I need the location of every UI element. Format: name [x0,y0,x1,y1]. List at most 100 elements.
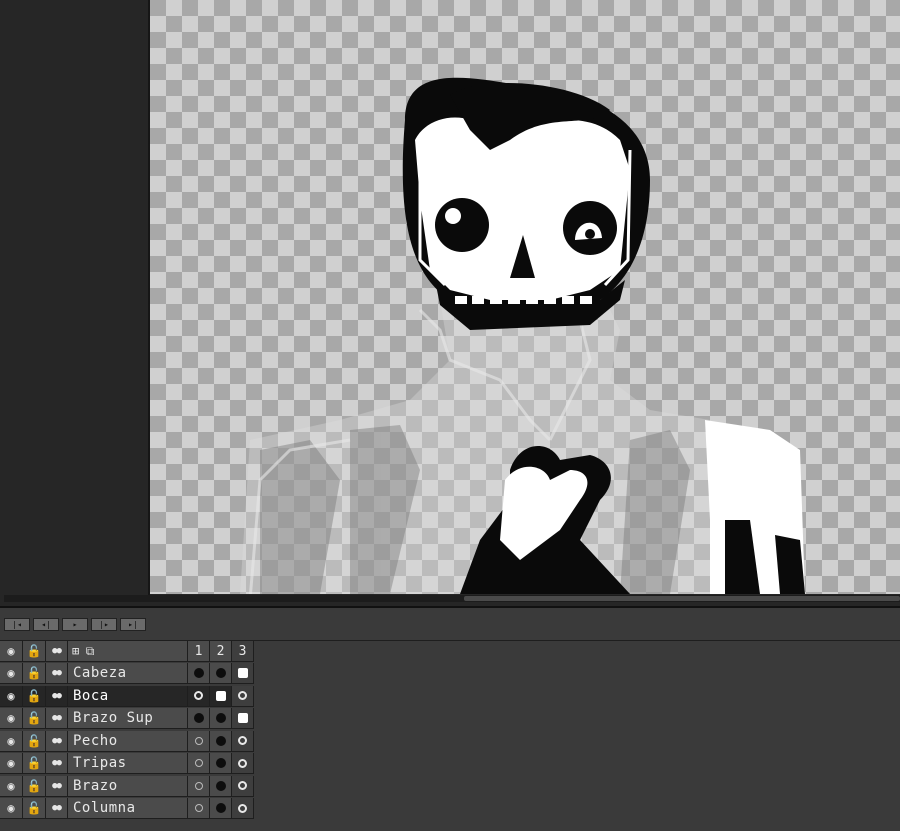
next-frame-button[interactable]: |▸ [91,618,117,631]
eye-icon: ◉ [7,733,15,748]
layer-name[interactable]: Boca [68,685,188,707]
play-button[interactable]: ▸ [62,618,88,631]
layer-cel[interactable] [210,730,232,752]
canvas-left-gutter [0,0,150,598]
lock-icon: 🔓 [26,733,42,748]
eye-icon: ◉ [7,778,15,793]
layer-visibility-toggle[interactable]: ◉ [0,753,23,774]
layer-cel[interactable] [232,708,254,729]
lock-icon: 🔓 [26,778,42,793]
layer-cel[interactable] [188,685,210,707]
lock-icon: 🔓 [26,711,42,725]
layer-header-tools: ⊞ ⧉ [68,641,188,662]
scrollbar-thumb[interactable] [464,596,900,601]
timeline-header: ◉ 🔓 ●● ⊞ ⧉ 1 2 3 [0,641,256,663]
layer-visibility-toggle[interactable]: ◉ [0,798,23,819]
layer-cel[interactable] [210,663,232,684]
layer-row[interactable]: ◉ 🔓 ●● Brazo [0,775,256,798]
layer-cel[interactable] [188,775,210,797]
layer-cel[interactable] [210,708,232,729]
cel-marker [194,804,203,812]
layer-row[interactable]: ◉ 🔓 ●● Tripas [0,753,256,775]
last-frame-button[interactable]: ▸| [120,618,146,631]
link-icon[interactable]: ⊞ [72,645,80,657]
layer-cel[interactable] [232,753,254,774]
layer-lock-toggle[interactable]: 🔓 [23,775,46,797]
frame-number-3[interactable]: 3 [232,641,254,662]
layer-lock-toggle[interactable]: 🔓 [23,798,46,819]
layer-cel[interactable] [210,753,232,774]
eye-icon[interactable]: ◉ [0,641,23,662]
layer-name[interactable]: Tripas [68,753,188,774]
layer-cel[interactable] [232,775,254,797]
layer-visibility-toggle[interactable]: ◉ [0,775,23,797]
cel-marker [193,713,204,723]
layer-name[interactable]: Brazo [68,775,188,797]
first-frame-button[interactable]: |◂ [4,618,30,631]
layer-continuous-toggle[interactable]: ●● [46,775,68,797]
layer-continuous-toggle[interactable]: ●● [46,730,68,752]
layer-cel[interactable] [188,753,210,774]
lock-icon: 🔓 [26,688,42,703]
eye-icon: ◉ [7,688,15,703]
layer-cel[interactable] [232,730,254,752]
layer-lock-toggle[interactable]: 🔓 [23,685,46,707]
cel-marker [238,736,247,745]
horizontal-scrollbar[interactable] [4,595,900,602]
layer-row[interactable]: ◉ 🔓 ●● Brazo Sup [0,708,256,730]
layer-cel[interactable] [232,685,254,707]
layer-lock-toggle[interactable]: 🔓 [23,663,46,684]
layer-visibility-toggle[interactable]: ◉ [0,730,23,752]
cel-marker [215,803,226,813]
cel-marker [194,736,203,745]
layer-cel[interactable] [232,798,254,819]
layer-cel[interactable] [188,798,210,819]
prev-frame-button[interactable]: ◂| [33,618,59,631]
cel-marker [238,781,247,790]
layer-cel[interactable] [188,730,210,752]
layer-continuous-toggle[interactable]: ●● [46,663,68,684]
layer-cel[interactable] [188,663,210,684]
layer-cel[interactable] [210,685,232,707]
cel-marker [193,668,204,678]
onion-skin-icon: ●● [52,735,62,746]
layer-name[interactable]: Columna [68,798,188,819]
layer-name[interactable]: Cabeza [68,663,188,684]
new-layer-icon[interactable]: ⧉ [86,645,95,657]
layer-lock-toggle[interactable]: 🔓 [23,708,46,729]
cel-marker [215,690,226,701]
lock-icon[interactable]: 🔓 [23,641,46,662]
layer-cel[interactable] [232,663,254,684]
layer-lock-toggle[interactable]: 🔓 [23,753,46,774]
layer-row[interactable]: ◉ 🔓 ●● Boca [0,685,256,708]
editor-area [0,0,900,608]
layer-lock-toggle[interactable]: 🔓 [23,730,46,752]
layer-row[interactable]: ◉ 🔓 ●● Columna [0,798,256,820]
onion-skin-icon: ●● [52,690,62,701]
cel-marker [238,758,247,768]
layer-visibility-toggle[interactable]: ◉ [0,708,23,729]
layer-name[interactable]: Brazo Sup [68,708,188,729]
layer-cel[interactable] [210,798,232,819]
cel-marker [215,758,226,768]
layer-continuous-toggle[interactable]: ●● [46,753,68,774]
layer-continuous-toggle[interactable]: ●● [46,685,68,707]
layer-cel[interactable] [210,775,232,797]
layer-visibility-toggle[interactable]: ◉ [0,663,23,684]
layer-continuous-toggle[interactable]: ●● [46,708,68,729]
onion-skin-icon: ●● [52,758,62,768]
onion-skin-icon[interactable]: ●● [46,641,68,662]
frame-number-1[interactable]: 1 [188,641,210,662]
layer-row[interactable]: ◉ 🔓 ●● Cabeza [0,663,256,685]
layer-continuous-toggle[interactable]: ●● [46,798,68,819]
cel-marker [237,713,248,723]
timeline-empty-area [256,641,900,823]
layer-name[interactable]: Pecho [68,730,188,752]
eye-icon: ◉ [7,711,15,725]
layer-visibility-toggle[interactable]: ◉ [0,685,23,707]
sprite-canvas[interactable] [150,0,900,594]
layer-row[interactable]: ◉ 🔓 ●● Pecho [0,730,256,753]
layer-cel[interactable] [188,708,210,729]
frame-number-2[interactable]: 2 [210,641,232,662]
cel-marker [237,668,248,678]
